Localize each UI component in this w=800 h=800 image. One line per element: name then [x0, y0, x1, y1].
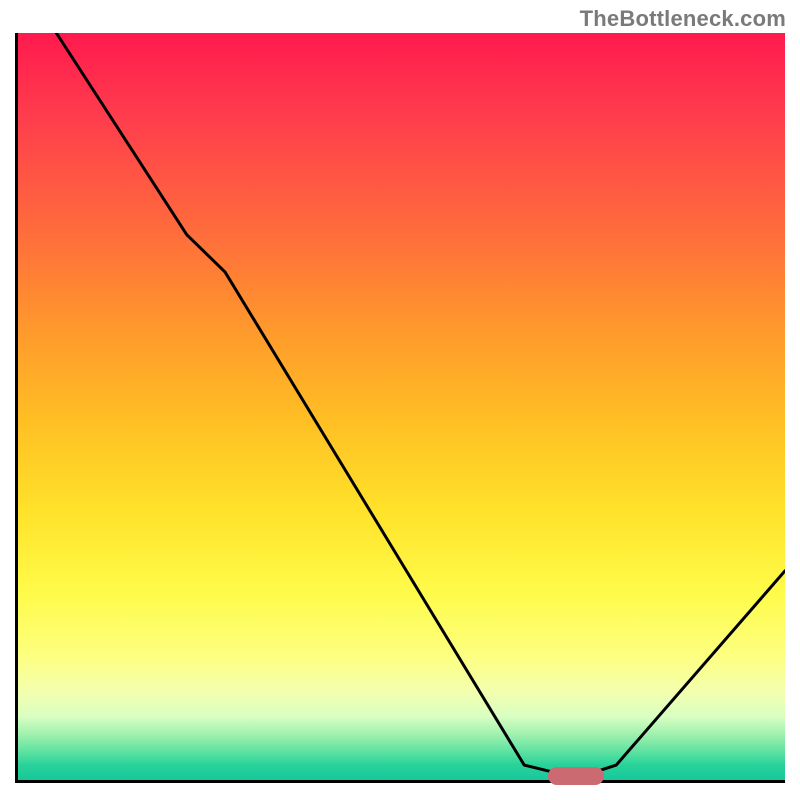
chart-container: TheBottleneck.com [0, 0, 800, 800]
watermark-text: TheBottleneck.com [580, 6, 786, 32]
selected-configuration-marker [548, 767, 604, 785]
bottleneck-gradient-background [18, 33, 785, 780]
plot-area [15, 33, 785, 783]
